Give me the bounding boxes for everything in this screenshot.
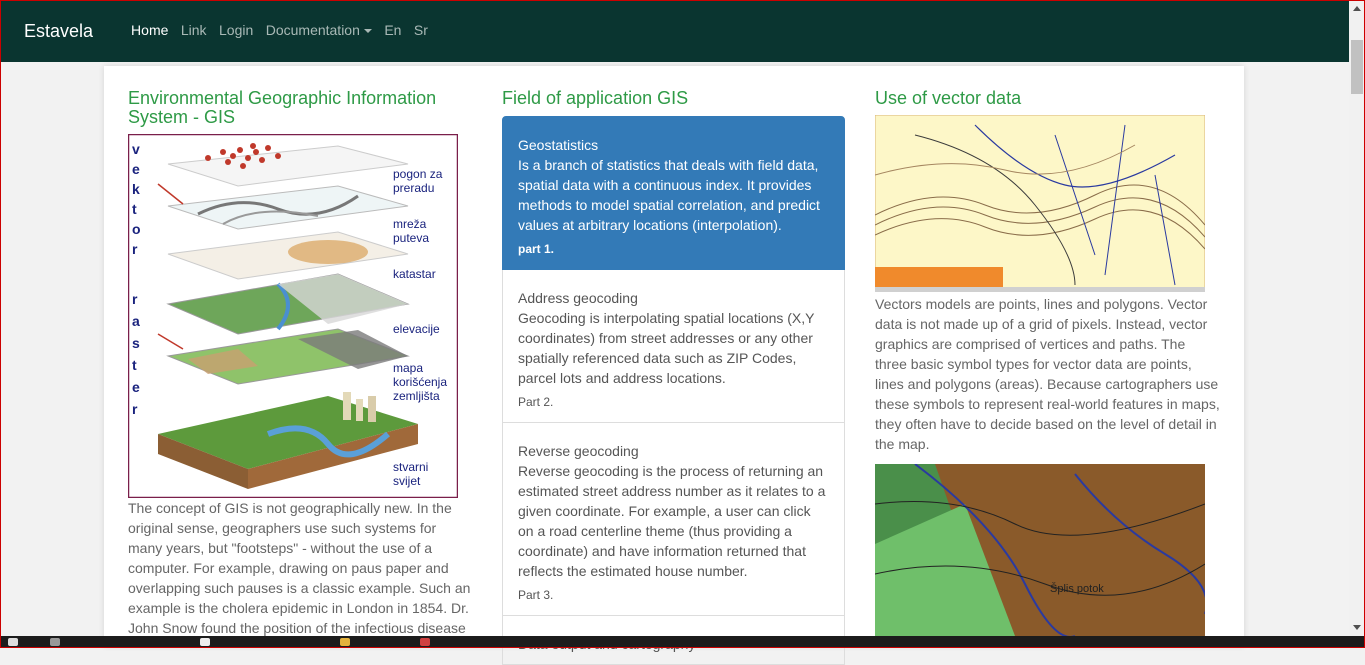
svg-text:t: t — [132, 201, 137, 217]
vector-column: Use of vector data Vectors models are po… — [875, 66, 1220, 636]
gis-title: Environmental Geographic Information Sys… — [128, 88, 437, 127]
application-title: Field of application GIS — [502, 88, 689, 108]
nav-documentation-label: Documentation — [265, 22, 360, 38]
svg-text:e: e — [132, 161, 140, 177]
start-icon[interactable] — [8, 638, 18, 646]
list-item-title: Reverse geocoding — [518, 443, 639, 459]
svg-text:mapa: mapa — [393, 361, 423, 375]
application-column: Field of application GIS Geostatistics I… — [502, 66, 845, 665]
os-taskbar — [0, 636, 1365, 648]
vector-description: Vectors models are points, lines and pol… — [875, 296, 1220, 452]
gis-layers-image: v e k t o r r a s t e r pogon za preradu… — [128, 134, 458, 498]
page-scrollbar[interactable] — [1349, 0, 1365, 636]
list-item-reverse-geocoding[interactable]: Reverse geocoding Reverse geocoding is t… — [502, 423, 845, 616]
list-item-text: Geocoding is interpolating spatial locat… — [518, 310, 815, 386]
list-item-part: part 1. — [518, 242, 555, 256]
raster-label: r — [132, 291, 138, 307]
svg-text:svijet: svijet — [393, 474, 421, 488]
nav-links: Home Link Login Documentation En Sr — [131, 22, 436, 40]
brand-logo[interactable]: Estavela — [24, 21, 93, 42]
search-icon[interactable] — [50, 638, 60, 646]
list-item-title: Geostatistics — [518, 137, 599, 153]
folder-icon[interactable] — [340, 638, 350, 646]
svg-text:r: r — [132, 401, 138, 417]
map-label: Šplis potok — [1050, 582, 1104, 595]
vector-map-image — [875, 115, 1205, 292]
scroll-up-arrow-icon[interactable] — [1353, 6, 1361, 11]
scroll-thumb[interactable] — [1351, 40, 1363, 94]
svg-text:korišćenja: korišćenja — [393, 375, 447, 389]
caret-down-icon — [363, 29, 372, 34]
svg-text:stvarni: stvarni — [393, 460, 428, 474]
svg-text:zemljišta: zemljišta — [393, 389, 440, 403]
nav-login[interactable]: Login — [219, 22, 253, 38]
svg-text:mreža: mreža — [393, 217, 427, 231]
svg-text:a: a — [132, 313, 140, 329]
gis-description: The concept of GIS is not geographically… — [128, 500, 471, 636]
main-container: Environmental Geographic Information Sys… — [104, 66, 1244, 665]
list-item-part: Part 2. — [518, 395, 554, 409]
vector-title: Use of vector data — [875, 88, 1022, 108]
nav-lang-en[interactable]: En — [384, 22, 401, 38]
svg-text:t: t — [132, 357, 137, 373]
svg-text:puteva: puteva — [393, 231, 429, 245]
svg-text:r: r — [132, 241, 138, 257]
list-item-text: Is a branch of statistics that deals wit… — [518, 157, 820, 233]
list-item-address-geocoding[interactable]: Address geocoding Geocoding is interpola… — [502, 270, 845, 423]
nav-link[interactable]: Link — [181, 22, 207, 38]
nav-home[interactable]: Home — [131, 22, 168, 38]
svg-text:k: k — [132, 181, 140, 197]
svg-text:preradu: preradu — [393, 181, 434, 195]
browser-icon[interactable] — [420, 638, 430, 646]
top-navbar: Estavela Home Link Login Documentation E… — [0, 0, 1349, 62]
gis-column: Environmental Geographic Information Sys… — [128, 66, 474, 638]
nav-lang-sr[interactable]: Sr — [414, 22, 428, 38]
vektor-label: v — [132, 141, 140, 157]
list-item-title: Address geocoding — [518, 290, 638, 306]
list-item-text: Reverse geocoding is the process of retu… — [518, 463, 826, 579]
svg-text:o: o — [132, 221, 141, 237]
app-icon[interactable] — [200, 638, 210, 646]
svg-text:s: s — [132, 335, 140, 351]
application-list: Geostatistics Is a branch of statistics … — [502, 116, 845, 665]
elevation-map-image: Šplis potok — [875, 464, 1205, 636]
nav-documentation-dropdown[interactable]: Documentation — [266, 22, 372, 38]
list-item-geostatistics[interactable]: Geostatistics Is a branch of statistics … — [502, 116, 845, 270]
scroll-down-arrow-icon[interactable] — [1353, 625, 1361, 630]
svg-text:katastar: katastar — [393, 267, 436, 281]
svg-text:pogon za: pogon za — [393, 167, 443, 181]
svg-text:elevacije: elevacije — [393, 322, 440, 336]
list-item-part: Part 3. — [518, 588, 554, 602]
svg-text:e: e — [132, 379, 140, 395]
